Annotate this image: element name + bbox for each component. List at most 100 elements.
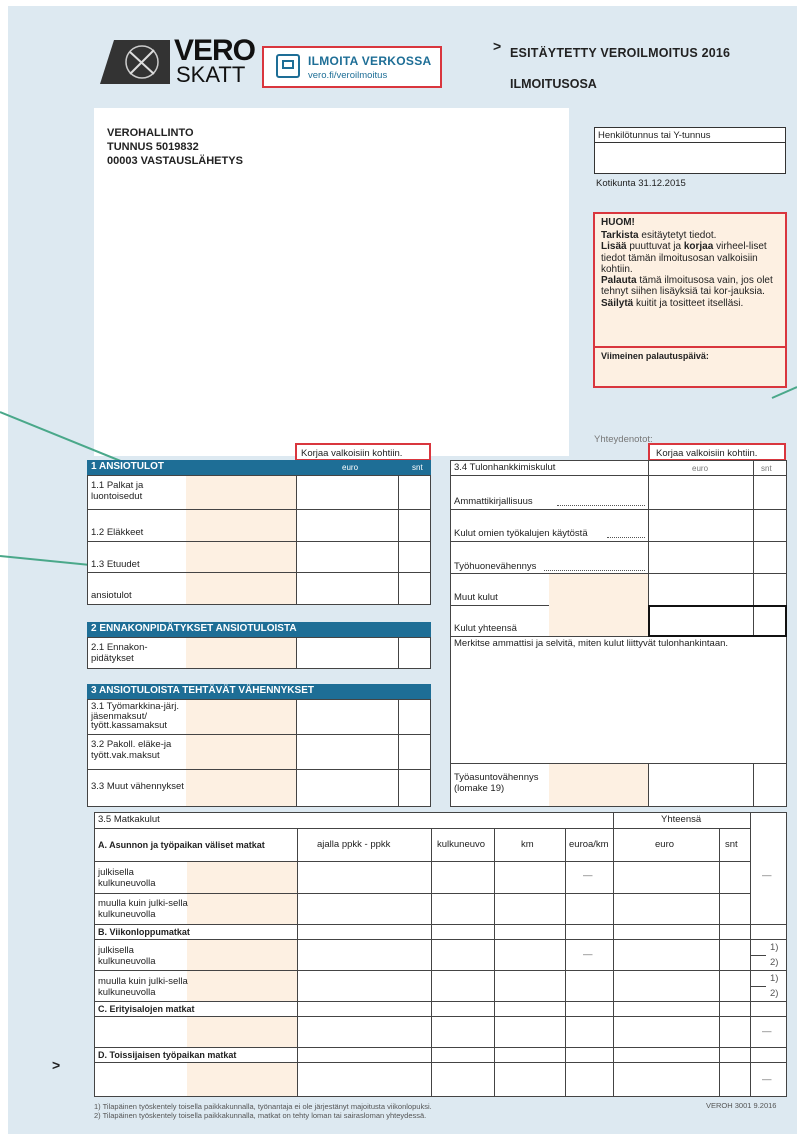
travel-a1-period-input[interactable] xyxy=(298,862,431,893)
s1-col-euro: euro xyxy=(342,463,359,472)
travel-a-total-dash: — xyxy=(762,870,772,881)
online-filing-title: ILMOITA VERKOSSA xyxy=(308,54,432,68)
travel-section-d: D. Toissijaisen työpaikan matkat xyxy=(98,1050,237,1060)
travel-col-period: ajalla ppkk - ppkk xyxy=(317,839,391,850)
section-2-table: 2.1 Ennakon-pidätykset xyxy=(87,637,431,669)
correct-note-right: Korjaa valkoisiin kohtiin. xyxy=(648,443,786,461)
travel-d-period-input[interactable] xyxy=(298,1063,431,1096)
travel-c-period-input[interactable] xyxy=(298,1017,431,1047)
input-3-1-euro[interactable] xyxy=(297,700,398,734)
row-1-4-label: ansiotulot xyxy=(91,590,132,601)
travel-section-c: C. Erityisalojen matkat xyxy=(98,1004,195,1014)
form-code: VEROH 3001 9.2016 xyxy=(706,1101,777,1110)
footnote-2: 2) Tilapäinen työskentely toisella paikk… xyxy=(94,1111,427,1120)
row-1-1-label: 1.1 Palkat ja luontoisedut xyxy=(91,480,144,502)
section-2-header: 2 ENNAKONPIDÄTYKSET ANSIOTULOISTA xyxy=(87,622,431,637)
travel-a2-label: muulla kuin julki-sella kulkuneuvolla xyxy=(98,898,188,920)
row-muut-kulut: Muut kulut xyxy=(454,592,498,603)
travel-col-km: km xyxy=(521,839,534,850)
notice-text: Tarkista esitäytetyt tiedot. Lisää puutt… xyxy=(601,230,773,309)
municipality-label: Kotikunta 31.12.2015 xyxy=(596,178,686,189)
travel-a1-label: julkisella kulkuneuvolla xyxy=(98,867,156,889)
travel-b1-ref2: 2) xyxy=(770,957,779,968)
row-1-2-label: 1.2 Eläkkeet xyxy=(91,527,144,538)
contacts-label: Yhteydenotot: xyxy=(594,434,653,445)
input-1-3-euro[interactable] xyxy=(297,542,398,572)
section-3-table: 3.1 Työmarkkina-järj. jäsenmaksut/ tyött… xyxy=(87,699,431,807)
input-2-1-euro[interactable] xyxy=(297,638,398,668)
correct-note-right-text: Korjaa valkoisiin kohtiin. xyxy=(656,448,758,459)
explanation-label: Merkitse ammattisi ja selvitä, miten kul… xyxy=(454,638,729,649)
travel-total-label: Yhteensä xyxy=(661,814,702,825)
form-subtitle: ILMOITUSOSA xyxy=(510,77,597,91)
s1-col-snt: snt xyxy=(412,463,423,472)
travel-b2-ref1: 1) xyxy=(770,973,779,984)
travel-b2-label: muulla kuin julki-sella kulkuneuvolla xyxy=(98,976,188,998)
notice-box: HUOM! Tarkista esitäytetyt tiedot. Lisää… xyxy=(593,212,787,388)
travel-section-b: B. Viikonloppumatkat xyxy=(98,927,190,937)
input-tyokalut[interactable] xyxy=(649,510,753,541)
travel-a1-dash: — xyxy=(583,870,593,881)
s34-col-snt: snt xyxy=(761,464,772,473)
input-tyohuone[interactable] xyxy=(649,542,753,573)
deadline-label: Viimeinen palautuspäivä: xyxy=(601,351,709,361)
input-ammattikirjallisuus[interactable] xyxy=(649,476,753,509)
correct-note-left: Korjaa valkoisiin kohtiin. xyxy=(295,443,431,461)
s34-col-euro: euro xyxy=(692,464,709,473)
section-3-header: 3 ANSIOTULOISTA TEHTÄVÄT VÄHENNYKSET xyxy=(87,684,431,699)
address-line-1: VEROHALLINTO xyxy=(107,127,194,139)
form-title: ESITÄYTETTY VEROILMOITUS 2016 xyxy=(510,46,731,60)
travel-section-a: A. Asunnon ja työpaikan väliset matkat xyxy=(98,840,265,850)
row-tyokalut: Kulut omien työkalujen käytöstä xyxy=(454,528,588,539)
logo-emblem-icon xyxy=(100,40,170,84)
row-3-3-label: 3.3 Muut vähennykset xyxy=(91,781,184,792)
input-1-2-euro[interactable] xyxy=(297,510,398,541)
online-filing-url[interactable]: vero.fi/veroilmoitus xyxy=(308,70,387,81)
id-input[interactable] xyxy=(594,142,786,174)
row-1-3-label: 1.3 Etuudet xyxy=(91,559,140,570)
section-3-4-table: 3.4 Tulonhankkimiskulut euro snt Ammatti… xyxy=(450,460,787,807)
input-3-2-euro[interactable] xyxy=(297,735,398,769)
page: VERO SKATT ILMOITA VERKOSSA vero.fi/vero… xyxy=(0,0,797,1134)
computer-icon xyxy=(276,54,300,78)
home-deduction-label: Työasuntovähennys (lomake 19) xyxy=(454,772,539,794)
travel-b1-dash: — xyxy=(583,949,593,960)
footnote-1: 1) Tilapäinen työskentely toisella paikk… xyxy=(94,1102,432,1111)
input-muut-kulut[interactable] xyxy=(649,574,753,605)
row-ammattikirjallisuus: Ammattikirjallisuus xyxy=(454,496,533,507)
travel-title: 3.5 Matkakulut xyxy=(98,814,160,825)
travel-col-euro: euro xyxy=(655,839,675,850)
travel-c-total-dash: — xyxy=(762,1026,772,1037)
explanation-textarea[interactable] xyxy=(451,651,786,763)
travel-table: 3.5 Matkakulut Yhteensä A. Asunnon ja ty… xyxy=(94,812,787,1097)
section-1-header: 1 ANSIOTULOT euro snt xyxy=(87,460,431,475)
travel-b1-label: julkisella kulkuneuvolla xyxy=(98,945,156,967)
address-window: VEROHALLINTO TUNNUS 5019832 00003 VASTAU… xyxy=(94,108,569,456)
travel-b1-period-input[interactable] xyxy=(298,940,431,970)
travel-b2-ref2: 2) xyxy=(770,988,779,999)
input-3-3-euro[interactable] xyxy=(297,770,398,806)
notice-divider xyxy=(595,346,785,348)
vero-logo: VERO SKATT xyxy=(100,36,256,90)
row-3-1-label: 3.1 Työmarkkina-järj. jäsenmaksut/ tyött… xyxy=(91,701,179,731)
address-line-3: 00003 VASTAUSLÄHETYS xyxy=(107,155,243,167)
input-home-deduction[interactable] xyxy=(649,764,753,806)
travel-a2-period-input[interactable] xyxy=(298,894,431,924)
input-1-1-euro[interactable] xyxy=(297,476,398,509)
total-expenses-input[interactable] xyxy=(648,605,787,637)
title-arrow: > xyxy=(493,38,502,54)
travel-col-vehicle: kulkuneuvo xyxy=(437,839,486,850)
address-line-2: TUNNUS 5019832 xyxy=(107,141,199,153)
section-1-table: 1.1 Palkat ja luontoisedut 1.2 Eläkkeet … xyxy=(87,475,431,605)
travel-b2-period-input[interactable] xyxy=(298,971,431,1001)
section-3-4-title: 3.4 Tulonhankkimiskulut xyxy=(454,462,556,473)
online-filing-box[interactable]: ILMOITA VERKOSSA vero.fi/veroilmoitus xyxy=(262,46,442,88)
travel-col-snt: snt xyxy=(725,839,738,850)
notice-title: HUOM! xyxy=(601,217,635,228)
row-3-2-label: 3.2 Pakoll. eläke-ja tyött.vak.maksut xyxy=(91,739,172,761)
id-field-label: Henkilötunnus tai Y-tunnus xyxy=(598,130,711,141)
margin-arrow: > xyxy=(52,1057,61,1073)
travel-col-eur-km: euroa/km xyxy=(569,839,609,850)
row-2-1-label: 2.1 Ennakon-pidätykset xyxy=(91,642,148,664)
section-1-title: 1 ANSIOTULOT xyxy=(91,461,164,472)
